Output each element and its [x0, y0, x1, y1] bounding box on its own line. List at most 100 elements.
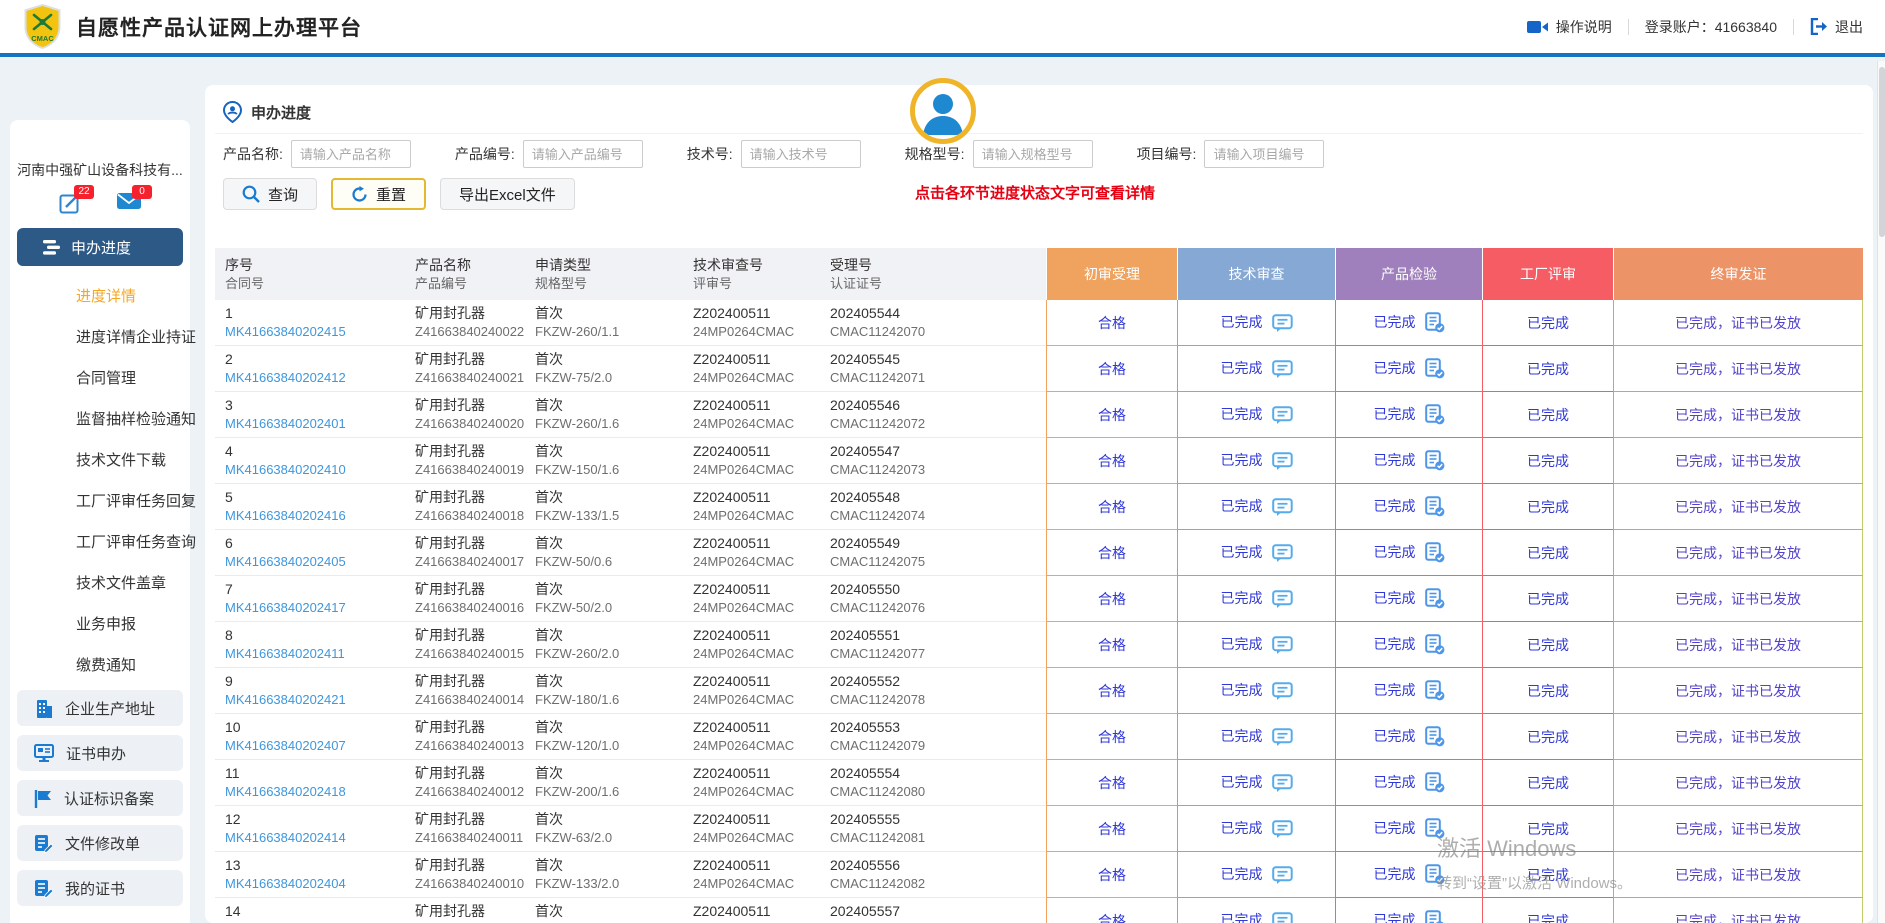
status-link[interactable]: 已完成: [1221, 498, 1263, 514]
status-link[interactable]: 已完成，证书已发放: [1675, 499, 1801, 515]
status-link[interactable]: 已完成: [1527, 545, 1569, 561]
status-link[interactable]: 合格: [1098, 913, 1126, 923]
status-link[interactable]: 已完成: [1374, 866, 1416, 882]
status-link[interactable]: 合格: [1098, 407, 1126, 423]
status-link[interactable]: 已完成: [1527, 453, 1569, 469]
report-document-icon[interactable]: [1425, 726, 1445, 747]
sidebar-item-tech-file-seal[interactable]: 技术文件盖章: [10, 563, 190, 604]
product-code-input[interactable]: [523, 140, 643, 168]
search-button[interactable]: 查询: [223, 178, 317, 210]
sidebar-item-factory-review-reply[interactable]: 工厂评审任务回复: [10, 481, 190, 522]
status-link[interactable]: 已完成: [1221, 360, 1263, 376]
status-link[interactable]: 已完成，证书已发放: [1675, 913, 1801, 923]
edit-messages-button[interactable]: 22: [59, 192, 83, 214]
status-link[interactable]: 合格: [1098, 591, 1126, 607]
status-link[interactable]: 已完成: [1221, 820, 1263, 836]
status-link[interactable]: 合格: [1098, 775, 1126, 791]
logout-button[interactable]: 退出: [1810, 17, 1863, 37]
status-link[interactable]: 已完成: [1221, 774, 1263, 790]
contract-link[interactable]: MK41663840202418: [225, 783, 395, 801]
status-link[interactable]: 已完成，证书已发放: [1675, 591, 1801, 607]
status-link[interactable]: 已完成，证书已发放: [1675, 453, 1801, 469]
status-link[interactable]: 已完成: [1374, 406, 1416, 422]
status-link[interactable]: 已完成，证书已发放: [1675, 775, 1801, 791]
report-document-icon[interactable]: [1425, 496, 1445, 517]
status-link[interactable]: 合格: [1098, 453, 1126, 469]
status-link[interactable]: 已完成，证书已发放: [1675, 821, 1801, 837]
report-document-icon[interactable]: [1425, 358, 1445, 379]
status-link[interactable]: 已完成: [1527, 407, 1569, 423]
sidebar-item-payment-notice[interactable]: 缴费通知: [10, 645, 190, 686]
report-document-icon[interactable]: [1425, 588, 1445, 609]
status-link[interactable]: 已完成，证书已发放: [1675, 637, 1801, 653]
status-link[interactable]: 已完成，证书已发放: [1675, 315, 1801, 331]
status-link[interactable]: 已完成: [1527, 913, 1569, 923]
status-link[interactable]: 已完成: [1374, 360, 1416, 376]
message-bubble-icon[interactable]: [1272, 498, 1293, 517]
status-link[interactable]: 已完成: [1527, 821, 1569, 837]
message-bubble-icon[interactable]: [1272, 590, 1293, 609]
status-link[interactable]: 已完成: [1221, 452, 1263, 468]
avatar[interactable]: [910, 78, 976, 144]
contract-link[interactable]: MK41663840202405: [225, 553, 395, 571]
status-link[interactable]: 已完成: [1374, 544, 1416, 560]
spec-model-input[interactable]: [973, 140, 1093, 168]
contract-link[interactable]: MK41663840202415: [225, 323, 395, 341]
status-link[interactable]: 已完成: [1527, 637, 1569, 653]
report-document-icon[interactable]: [1425, 818, 1445, 839]
message-bubble-icon[interactable]: [1272, 636, 1293, 655]
status-link[interactable]: 已完成: [1221, 636, 1263, 652]
report-document-icon[interactable]: [1425, 864, 1445, 885]
status-link[interactable]: 已完成，证书已发放: [1675, 361, 1801, 377]
status-link[interactable]: 合格: [1098, 637, 1126, 653]
status-link[interactable]: 合格: [1098, 729, 1126, 745]
status-link[interactable]: 已完成: [1374, 498, 1416, 514]
scrollbar[interactable]: [1877, 61, 1885, 923]
status-link[interactable]: 已完成: [1374, 774, 1416, 790]
status-link[interactable]: 已完成，证书已发放: [1675, 867, 1801, 883]
product-name-input[interactable]: [291, 140, 411, 168]
status-link[interactable]: 已完成: [1221, 590, 1263, 606]
sidebar-item-production-address[interactable]: 企业生产地址: [17, 690, 183, 726]
status-link[interactable]: 合格: [1098, 361, 1126, 377]
status-link[interactable]: 合格: [1098, 545, 1126, 561]
status-link[interactable]: 合格: [1098, 499, 1126, 515]
status-link[interactable]: 合格: [1098, 821, 1126, 837]
report-document-icon[interactable]: [1425, 542, 1445, 563]
status-link[interactable]: 已完成: [1527, 499, 1569, 515]
tech-no-input[interactable]: [741, 140, 861, 168]
report-document-icon[interactable]: [1425, 772, 1445, 793]
sidebar-item-supervision-sampling-notice[interactable]: 监督抽样检验通知: [10, 399, 190, 440]
status-link[interactable]: 已完成，证书已发放: [1675, 729, 1801, 745]
contract-link[interactable]: MK41663840202421: [225, 691, 395, 709]
message-bubble-icon[interactable]: [1272, 912, 1293, 923]
message-bubble-icon[interactable]: [1272, 728, 1293, 747]
sidebar-item-contract-management[interactable]: 合同管理: [10, 358, 190, 399]
status-link[interactable]: 合格: [1098, 683, 1126, 699]
status-link[interactable]: 已完成: [1527, 729, 1569, 745]
status-link[interactable]: 已完成: [1374, 314, 1416, 330]
message-bubble-icon[interactable]: [1272, 360, 1293, 379]
status-link[interactable]: 已完成: [1221, 314, 1263, 330]
mail-messages-button[interactable]: 0: [117, 192, 141, 214]
export-excel-button[interactable]: 导出Excel文件: [440, 178, 575, 210]
status-link[interactable]: 已完成: [1374, 452, 1416, 468]
project-no-input[interactable]: [1204, 140, 1324, 168]
status-link[interactable]: 已完成: [1374, 682, 1416, 698]
sidebar-item-progress-detail[interactable]: 进度详情: [10, 276, 190, 317]
sidebar-item-certificate-application[interactable]: 证书申办: [17, 735, 183, 771]
report-document-icon[interactable]: [1425, 404, 1445, 425]
contract-link[interactable]: MK41663840202412: [225, 369, 395, 387]
contract-link[interactable]: MK41663840202411: [225, 645, 395, 663]
contract-link[interactable]: MK41663840202401: [225, 415, 395, 433]
status-link[interactable]: 已完成: [1374, 820, 1416, 836]
message-bubble-icon[interactable]: [1272, 774, 1293, 793]
report-document-icon[interactable]: [1425, 312, 1445, 333]
status-link[interactable]: 已完成: [1221, 912, 1263, 923]
sidebar-item-application-progress[interactable]: 申办进度: [17, 228, 183, 266]
status-link[interactable]: 已完成: [1221, 866, 1263, 882]
contract-link[interactable]: MK41663840202404: [225, 875, 395, 893]
scrollbar-thumb[interactable]: [1879, 67, 1885, 237]
status-link[interactable]: 已完成: [1221, 682, 1263, 698]
message-bubble-icon[interactable]: [1272, 544, 1293, 563]
